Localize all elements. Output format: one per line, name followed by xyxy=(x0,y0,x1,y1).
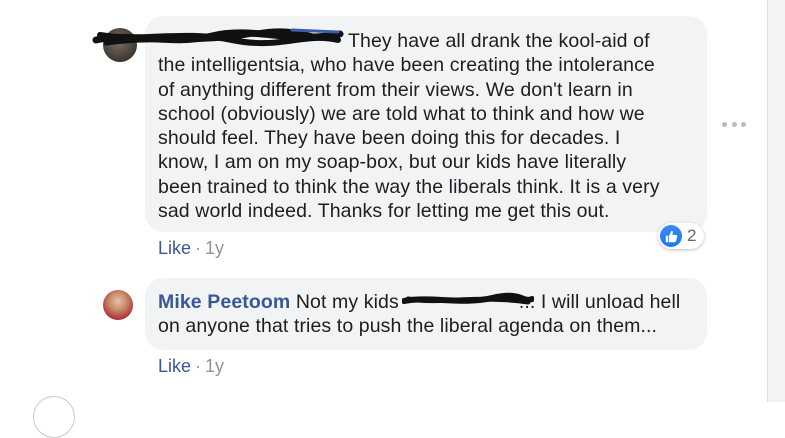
comment-text: They have all drank the kool-aid of the … xyxy=(158,30,660,223)
comment-actions: Like · 1y xyxy=(158,356,224,377)
content-border xyxy=(767,0,768,402)
thumbs-up-icon xyxy=(660,225,682,247)
separator-dot: · xyxy=(195,238,202,258)
page-right-margin xyxy=(768,0,785,402)
comment-time[interactable]: 1y xyxy=(205,238,224,258)
comment-body: Mike Peetoom Not my kids... I will unloa… xyxy=(158,290,698,339)
reaction-count: 2 xyxy=(687,226,697,245)
comment-actions: Like · 1y xyxy=(158,238,224,259)
commenter-avatar[interactable] xyxy=(103,28,137,62)
like-link[interactable]: Like xyxy=(158,238,191,258)
like-link[interactable]: Like xyxy=(158,356,191,376)
comment-time[interactable]: 1y xyxy=(205,356,224,376)
more-horizontal-icon[interactable] xyxy=(722,116,746,132)
comment-author-name[interactable]: Mike Peetoom xyxy=(158,291,290,313)
commenter-avatar[interactable] xyxy=(103,290,133,320)
reaction-count-badge[interactable]: 2 xyxy=(658,223,705,249)
next-comment-avatar xyxy=(33,396,75,438)
comment-text-start: Not my kids xyxy=(295,291,399,313)
separator-dot: · xyxy=(195,356,202,376)
comment-body: They have all drank the kool-aid of the … xyxy=(158,29,698,223)
